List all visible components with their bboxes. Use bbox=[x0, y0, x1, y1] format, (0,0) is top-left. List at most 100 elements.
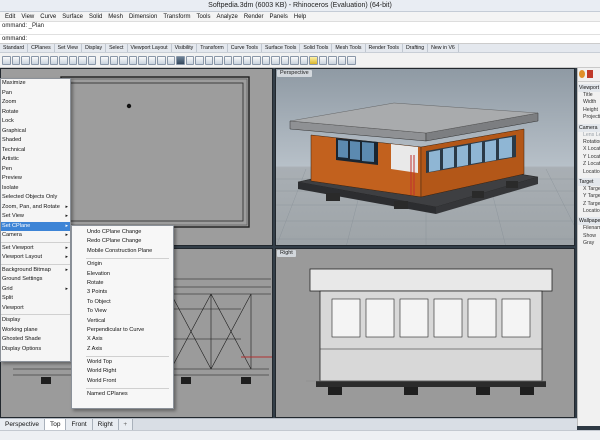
rendered-icon[interactable] bbox=[299, 55, 308, 65]
menu-item-background-bitmap[interactable]: Background Bitmap ▸ bbox=[1, 266, 70, 276]
command-input[interactable]: ommand: bbox=[0, 34, 600, 43]
menu-render[interactable]: Render bbox=[241, 14, 267, 20]
menu-item-technical[interactable]: Technical bbox=[1, 146, 70, 156]
undo-view-icon[interactable] bbox=[157, 55, 166, 65]
tab-standard[interactable]: Standard bbox=[0, 44, 29, 52]
open-icon[interactable] bbox=[11, 55, 20, 65]
submenu-origin[interactable]: Origin bbox=[72, 260, 173, 269]
gumball-icon[interactable] bbox=[233, 55, 242, 65]
menu-item-camera[interactable]: Camera ▸ bbox=[1, 231, 70, 241]
tab-new-in-v6[interactable]: New in V6 bbox=[428, 44, 459, 52]
menu-tools[interactable]: Tools bbox=[193, 14, 213, 20]
properties-icon[interactable] bbox=[223, 55, 232, 65]
tab-render-tools[interactable]: Render Tools bbox=[366, 44, 403, 52]
tab-drafting[interactable]: Drafting bbox=[403, 44, 429, 52]
tab-solid-tools[interactable]: Solid Tools bbox=[300, 44, 333, 52]
submenu-mobile-cplane[interactable]: Mobile Construction Plane bbox=[72, 247, 173, 256]
submenu-undo-cplane[interactable]: Undo CPlane Change bbox=[72, 228, 173, 237]
tab-front[interactable]: Front bbox=[66, 419, 93, 430]
undo-icon[interactable] bbox=[78, 55, 87, 65]
submenu-redo-cplane[interactable]: Redo CPlane Change bbox=[72, 237, 173, 246]
menu-item-viewport[interactable]: Viewport bbox=[1, 304, 70, 314]
menu-item-pan[interactable]: Pan bbox=[1, 89, 70, 99]
submenu-perpendicular-to-curve[interactable]: Perpendicular to Curve bbox=[72, 326, 173, 335]
paste-icon[interactable] bbox=[68, 55, 77, 65]
menu-item-display-options[interactable]: Display Options bbox=[1, 345, 70, 355]
menu-item-ghosted-shade[interactable]: Ghosted Shade bbox=[1, 335, 70, 345]
four-viewports-icon[interactable] bbox=[166, 55, 175, 65]
tab-set-view[interactable]: Set View bbox=[55, 44, 83, 52]
submenu-to-object[interactable]: To Object bbox=[72, 298, 173, 307]
menu-item-display[interactable]: Display bbox=[1, 316, 70, 326]
cut-icon[interactable] bbox=[49, 55, 58, 65]
wireframe-icon[interactable] bbox=[280, 55, 289, 65]
tab-surface-tools[interactable]: Surface Tools bbox=[262, 44, 301, 52]
menu-item-rotate[interactable]: Rotate bbox=[1, 108, 70, 118]
menu-item-split[interactable]: Split bbox=[1, 294, 70, 304]
menu-item-selected-only[interactable]: Selected Objects Only bbox=[1, 193, 70, 203]
zoom-icon[interactable] bbox=[119, 55, 128, 65]
menu-item-artistic[interactable]: Artistic bbox=[1, 155, 70, 165]
render-icon[interactable] bbox=[318, 55, 327, 65]
tab-display[interactable]: Display bbox=[82, 44, 107, 52]
menu-analyze[interactable]: Analyze bbox=[213, 14, 240, 20]
submenu-vertical[interactable]: Vertical bbox=[72, 317, 173, 326]
menu-help[interactable]: Help bbox=[291, 14, 309, 20]
submenu-3-points[interactable]: 3 Points bbox=[72, 288, 173, 297]
submenu-world-right[interactable]: World Right bbox=[72, 367, 173, 376]
properties-tab-icon[interactable] bbox=[579, 70, 585, 78]
submenu-rotate[interactable]: Rotate bbox=[72, 279, 173, 288]
new-icon[interactable] bbox=[2, 55, 11, 65]
sphere-icon[interactable] bbox=[271, 55, 280, 65]
light-icon[interactable] bbox=[309, 55, 318, 65]
tab-cplanes[interactable]: CPlanes bbox=[28, 44, 55, 52]
menu-curve[interactable]: Curve bbox=[37, 14, 59, 20]
zoom-window-icon[interactable] bbox=[128, 55, 137, 65]
submenu-world-front[interactable]: World Front bbox=[72, 377, 173, 386]
menu-item-set-viewport[interactable]: Set Viewport ▸ bbox=[1, 244, 70, 254]
zoom-extents-icon[interactable] bbox=[138, 55, 147, 65]
menu-view[interactable]: View bbox=[18, 14, 37, 20]
osnap-icon[interactable] bbox=[204, 55, 213, 65]
menu-mesh[interactable]: Mesh bbox=[105, 14, 126, 20]
cplane-icon[interactable] bbox=[195, 55, 204, 65]
tab-mesh-tools[interactable]: Mesh Tools bbox=[332, 44, 366, 52]
menu-item-preview[interactable]: Preview bbox=[1, 174, 70, 184]
zoom-selected-icon[interactable] bbox=[147, 55, 156, 65]
menu-edit[interactable]: Edit bbox=[2, 14, 18, 20]
submenu-x-axis[interactable]: X Axis bbox=[72, 335, 173, 344]
submenu-world-top[interactable]: World Top bbox=[72, 358, 173, 367]
select-icon[interactable] bbox=[185, 55, 194, 65]
options-icon[interactable] bbox=[337, 55, 346, 65]
menu-panels[interactable]: Panels bbox=[267, 14, 291, 20]
tab-curve-tools[interactable]: Curve Tools bbox=[228, 44, 263, 52]
menu-solid[interactable]: Solid bbox=[86, 14, 105, 20]
menu-item-shaded[interactable]: Shaded bbox=[1, 136, 70, 146]
menu-item-viewport-layout[interactable]: Viewport Layout ▸ bbox=[1, 253, 70, 263]
tab-top[interactable]: Top bbox=[44, 419, 67, 430]
viewport-perspective[interactable]: Perspective bbox=[275, 68, 575, 246]
layer-icon[interactable] bbox=[214, 55, 223, 65]
import-icon[interactable] bbox=[40, 55, 49, 65]
shaded-icon[interactable] bbox=[290, 55, 299, 65]
menu-item-set-cplane[interactable]: Set CPlane ▸ bbox=[1, 221, 70, 231]
add-viewport-tab-button[interactable]: + bbox=[118, 419, 133, 430]
submenu-named-cplanes[interactable]: Named CPlanes bbox=[72, 390, 173, 399]
hide-icon[interactable] bbox=[242, 55, 251, 65]
menu-transform[interactable]: Transform bbox=[160, 14, 193, 20]
menu-surface[interactable]: Surface bbox=[59, 14, 86, 20]
submenu-z-axis[interactable]: Z Axis bbox=[72, 345, 173, 354]
help-icon[interactable] bbox=[347, 55, 356, 65]
tab-right[interactable]: Right bbox=[92, 419, 119, 430]
viewport-right[interactable]: Right bbox=[275, 248, 575, 418]
tab-viewport-layout[interactable]: Viewport Layout bbox=[128, 44, 172, 52]
redo-icon[interactable] bbox=[87, 55, 96, 65]
tab-transform[interactable]: Transform bbox=[197, 44, 228, 52]
menu-item-zoom[interactable]: Zoom bbox=[1, 98, 70, 108]
material-icon[interactable] bbox=[328, 55, 337, 65]
lock-icon[interactable] bbox=[261, 55, 270, 65]
menu-item-ground-settings[interactable]: Ground Settings bbox=[1, 275, 70, 285]
menu-item-set-view[interactable]: Set View ▸ bbox=[1, 212, 70, 222]
tab-select[interactable]: Select bbox=[106, 44, 128, 52]
show-icon[interactable] bbox=[252, 55, 261, 65]
